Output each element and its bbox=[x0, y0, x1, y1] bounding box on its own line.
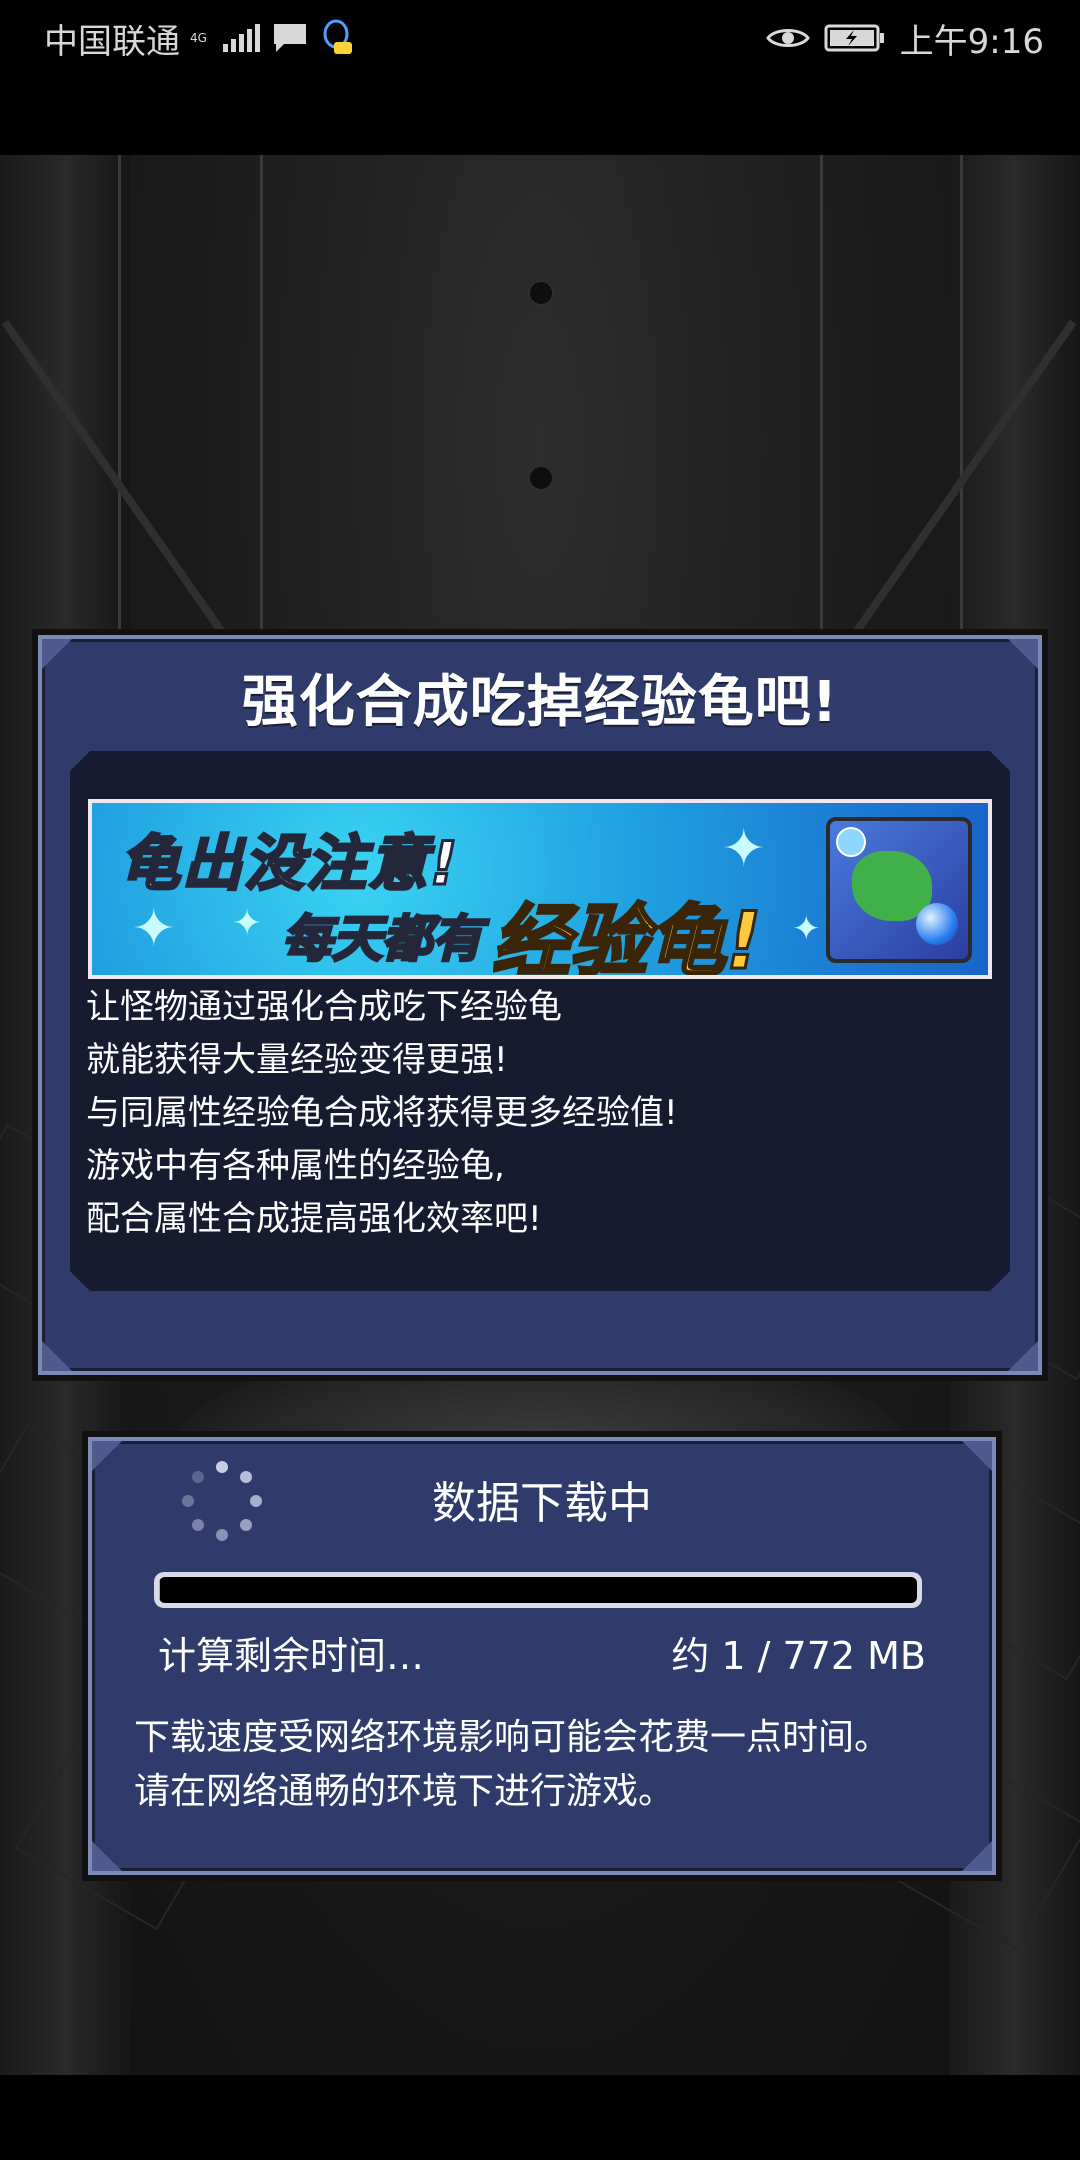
eye-icon bbox=[765, 29, 810, 47]
panel-corner bbox=[962, 1841, 992, 1871]
description-line: 游戏中有各种属性的经验龟, bbox=[86, 1146, 505, 1186]
banner-subline: 每天都有 bbox=[282, 910, 482, 968]
download-panel: 数据下载中 计算剩余时间… 约 1 / 772 MB 下载速度受网络环境影响可能… bbox=[88, 1437, 996, 1875]
battery-icon bbox=[824, 24, 884, 52]
progress-fill bbox=[159, 1577, 160, 1603]
notice-description: 让怪物通过强化合成吃下经验龟 就能获得大量经验变得更强! 与同属性经验龟合成将获… bbox=[86, 981, 986, 1246]
sparkle-icon: ✦ bbox=[722, 819, 766, 879]
notice-content: ✦ ✦ ✦ ✦ 龟出没注意! 每天都有 经验龟! 让怪物通过强化合成吃下经验龟 … bbox=[70, 751, 1010, 1291]
orb-icon bbox=[916, 903, 958, 945]
status-right: 上午9:16 bbox=[765, 14, 1044, 62]
download-size: 约 1 / 772 MB bbox=[671, 1634, 926, 1678]
status-bar: 中国联通 4G 上午9:16 bbox=[0, 0, 1080, 155]
description-line: 让怪物通过强化合成吃下经验龟 bbox=[86, 987, 562, 1027]
note-line: 请在网络通畅的环境下进行游戏。 bbox=[134, 1771, 675, 1812]
turtle-monster-icon bbox=[826, 817, 972, 963]
network-type: 4G bbox=[190, 31, 207, 45]
notice-panel: 强化合成吃掉经验龟吧! ✦ ✦ ✦ ✦ 龟出没注意! 每天都有 经验龟! 让怪物… bbox=[38, 635, 1042, 1375]
navigation-bar bbox=[0, 2075, 1080, 2160]
carrier-name: 中国联通 bbox=[44, 21, 180, 62]
download-note: 下载速度受网络环境影响可能会花费一点时间。 请在网络通畅的环境下进行游戏。 bbox=[134, 1711, 964, 1819]
message-icon bbox=[273, 24, 306, 52]
download-progress-bar bbox=[154, 1572, 922, 1608]
bg-bolt bbox=[528, 465, 554, 491]
banner-headline: 龟出没注意! bbox=[120, 829, 460, 899]
signal-icon bbox=[222, 24, 260, 52]
sparkle-icon: ✦ bbox=[132, 899, 176, 959]
banner-art: ✦ ✦ ✦ ✦ 龟出没注意! 每天都有 经验龟! bbox=[92, 803, 988, 975]
description-line: 就能获得大量经验变得更强! bbox=[86, 1040, 508, 1080]
sparkle-icon: ✦ bbox=[232, 903, 263, 944]
panel-corner bbox=[42, 1341, 72, 1371]
remaining-time: 计算剩余时间… bbox=[158, 1634, 425, 1678]
sparkle-icon: ✦ bbox=[792, 909, 821, 949]
description-line: 配合属性合成提高强化效率吧! bbox=[86, 1199, 542, 1239]
element-badge-icon bbox=[836, 827, 866, 857]
status-left: 中国联通 4G bbox=[44, 14, 354, 62]
bg-bolt bbox=[528, 280, 554, 306]
panel-corner bbox=[92, 1841, 122, 1871]
note-line: 下载速度受网络环境影响可能会花费一点时间。 bbox=[134, 1717, 891, 1758]
download-title: 数据下载中 bbox=[432, 1478, 652, 1529]
event-banner: ✦ ✦ ✦ ✦ 龟出没注意! 每天都有 经验龟! bbox=[88, 799, 992, 979]
panel-corner bbox=[1008, 1341, 1038, 1371]
qq-icon bbox=[323, 19, 352, 54]
notice-title: 强化合成吃掉经验龟吧! bbox=[241, 670, 839, 735]
clock: 上午9:16 bbox=[899, 21, 1044, 62]
banner-highlight: 经验龟! bbox=[492, 897, 762, 975]
progress-track bbox=[159, 1577, 917, 1603]
description-line: 与同属性经验龟合成将获得更多经验值! bbox=[86, 1093, 678, 1133]
